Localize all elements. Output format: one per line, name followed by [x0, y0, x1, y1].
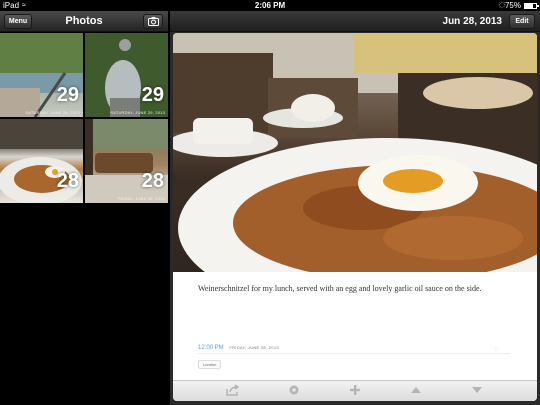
tile-day: 28: [56, 170, 79, 192]
tile-caption: SATURDAY, JUNE 29, 2013: [110, 110, 165, 115]
status-bar: iPad ≈ 2:06 PM ҉ 75%: [0, 0, 540, 11]
entry-meta: 12:00 PM FRIDAY, JUNE 28, 2013 ☆: [198, 345, 510, 354]
share-icon[interactable]: [225, 384, 241, 398]
photos-sidebar: Menu Photos 29 SATURDAY, JUNE 29, 2013 2…: [0, 11, 168, 405]
tile-caption: FRIDAY, JUNE 28, 2013: [117, 196, 165, 201]
entry-pane: Jun 28, 2013 Edit Weinerschnitzel for my…: [170, 11, 540, 405]
star-icon[interactable]: ☆: [494, 345, 500, 353]
entry-card: Weinerschnitzel for my lunch, served wit…: [173, 33, 537, 401]
photo-tile[interactable]: 28 FRIDAY, JUNE 28, 2013: [85, 119, 168, 203]
tile-day: 29: [56, 84, 79, 106]
entry-time: 12:00 PM: [198, 345, 224, 351]
status-right: ҉ 75%: [502, 0, 539, 11]
entry-date-title: Jun 28, 2013: [442, 16, 502, 27]
photo-tile[interactable]: 29 SATURDAY, JUNE 29, 2013: [0, 33, 83, 117]
battery-percent: 75%: [504, 1, 521, 10]
location-tag[interactable]: London: [198, 360, 222, 369]
bottom-toolbar: [173, 380, 537, 401]
status-time: 2:06 PM: [254, 1, 286, 10]
sidebar-header: Menu Photos: [0, 11, 168, 32]
photo-grid: 29 SATURDAY, JUNE 29, 2013 29 SATURDAY, …: [0, 33, 168, 203]
photo-tile[interactable]: 28 FRIDAY, JUNE 28, 2013: [0, 119, 83, 203]
entry-photo[interactable]: [173, 33, 537, 272]
add-icon[interactable]: [347, 384, 363, 398]
battery-icon: [524, 2, 539, 9]
tile-caption: SATURDAY, JUNE 29, 2013: [25, 110, 80, 115]
tile-caption: FRIDAY, JUNE 28, 2013: [32, 196, 80, 201]
edit-button[interactable]: Edit: [509, 14, 535, 29]
battery-fill: [525, 3, 534, 8]
up-icon[interactable]: [408, 384, 424, 398]
tile-day: 28: [141, 170, 164, 192]
entry-text-area[interactable]: Weinerschnitzel for my lunch, served wit…: [173, 272, 537, 380]
camera-button[interactable]: [143, 14, 163, 29]
entry-date: FRIDAY, JUNE 28, 2013: [229, 345, 279, 350]
entry-text: Weinerschnitzel for my lunch, served wit…: [198, 284, 482, 293]
settings-icon[interactable]: [286, 384, 302, 398]
entry-header: Jun 28, 2013 Edit: [170, 11, 540, 32]
down-icon[interactable]: [469, 384, 485, 398]
photo-tile[interactable]: 29 SATURDAY, JUNE 29, 2013: [85, 33, 168, 117]
camera-icon: [147, 17, 159, 26]
tile-day: 29: [141, 84, 164, 106]
entry-photo-image: [173, 33, 537, 272]
